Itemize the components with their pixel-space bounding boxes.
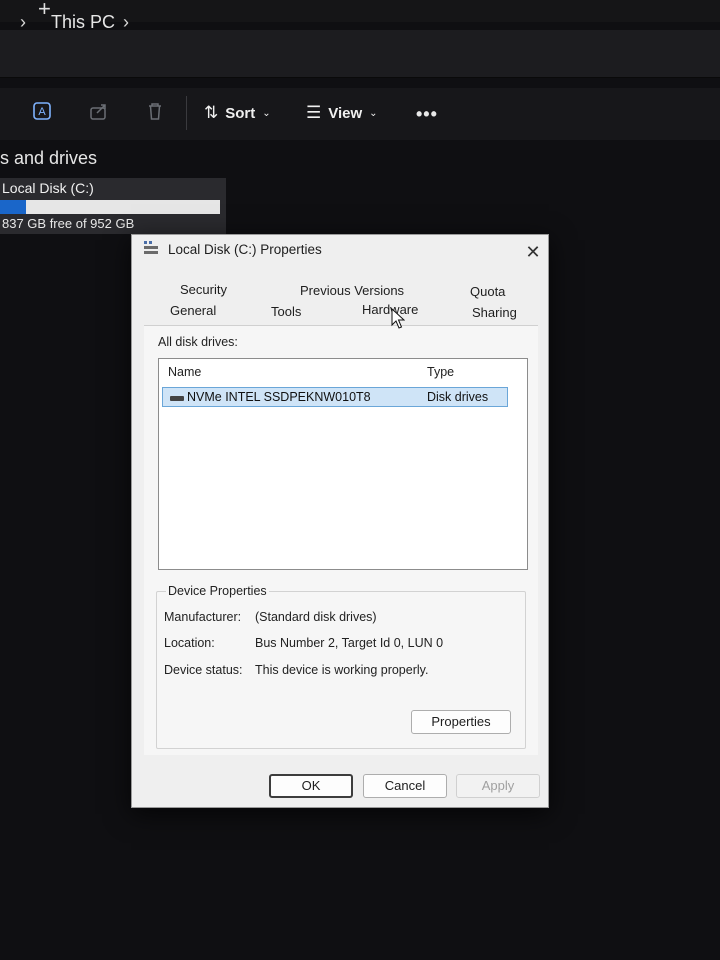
view-label: View [328,104,363,122]
address-bar[interactable] [0,30,720,78]
disk-drives-list[interactable]: Name Type NVMe INTEL SSDPEKNW010T8 Disk … [158,358,528,570]
rename-icon[interactable]: A [31,100,53,122]
location-label: Location: [164,636,215,650]
share-icon[interactable] [88,100,110,122]
view-icon: ☰ [306,103,322,122]
chevron-down-icon: ⌄ [369,107,378,119]
tab-security[interactable]: Security [180,282,227,297]
drive-usage-fill [0,200,27,214]
drive-free-space: 837 GB free of 952 GB [2,216,135,231]
tab-quota[interactable]: Quota [470,284,505,299]
section-header-devices-drives: s and drives [0,148,98,168]
drive-name-cell: NVMe INTEL SSDPEKNW010T8 [187,390,371,404]
drive-name: Local Disk (C:) [2,180,94,196]
view-button[interactable]: ☰ View ⌄ [306,103,378,123]
table-row[interactable]: NVMe INTEL SSDPEKNW010T8 Disk drives [162,387,508,407]
all-disk-drives-label: All disk drives: [158,335,238,349]
drive-type-cell: Disk drives [427,390,489,404]
chevron-right-icon[interactable]: › [123,12,129,33]
drive-usage-bar [0,200,220,214]
tab-tools[interactable]: Tools [271,304,301,319]
mouse-cursor-icon [391,308,405,329]
device-properties-title: Device Properties [166,584,269,598]
column-header-name[interactable]: Name [168,365,201,379]
apply-button[interactable]: Apply [456,774,540,798]
delete-icon[interactable] [144,100,166,122]
new-tab-button[interactable]: + [38,0,51,22]
properties-dialog: Local Disk (C:) Properties ✕ Security Pr… [131,234,549,808]
tab-general[interactable]: General [170,303,216,318]
chevron-right-icon[interactable]: › [20,12,26,33]
ok-button[interactable]: OK [269,774,353,798]
tab-previous-versions[interactable]: Previous Versions [300,283,404,298]
column-header-type[interactable]: Type [427,365,454,379]
svg-text:A: A [38,106,46,118]
breadcrumb-this-pc[interactable]: This PC [51,12,115,33]
drive-properties-icon [144,241,158,255]
device-status-value: This device is working properly. [255,663,429,677]
dialog-title: Local Disk (C:) Properties [168,242,322,257]
properties-button[interactable]: Properties [411,710,511,734]
manufacturer-label: Manufacturer: [164,610,242,624]
sort-icon: ⇅ [204,103,219,122]
device-status-label: Device status: [164,663,243,677]
location-value: Bus Number 2, Target Id 0, LUN 0 [255,636,444,650]
sort-label: Sort [225,104,256,122]
close-icon[interactable]: ✕ [520,239,546,265]
chevron-down-icon: ⌄ [262,107,271,119]
tab-sharing[interactable]: Sharing [472,305,517,320]
sort-button[interactable]: ⇅ Sort ⌄ [204,103,271,123]
more-options-button[interactable]: ••• [416,104,438,125]
disk-drive-icon [170,396,184,401]
cancel-button[interactable]: Cancel [363,774,447,798]
toolbar-separator [186,96,187,130]
manufacturer-value: (Standard disk drives) [255,610,377,624]
